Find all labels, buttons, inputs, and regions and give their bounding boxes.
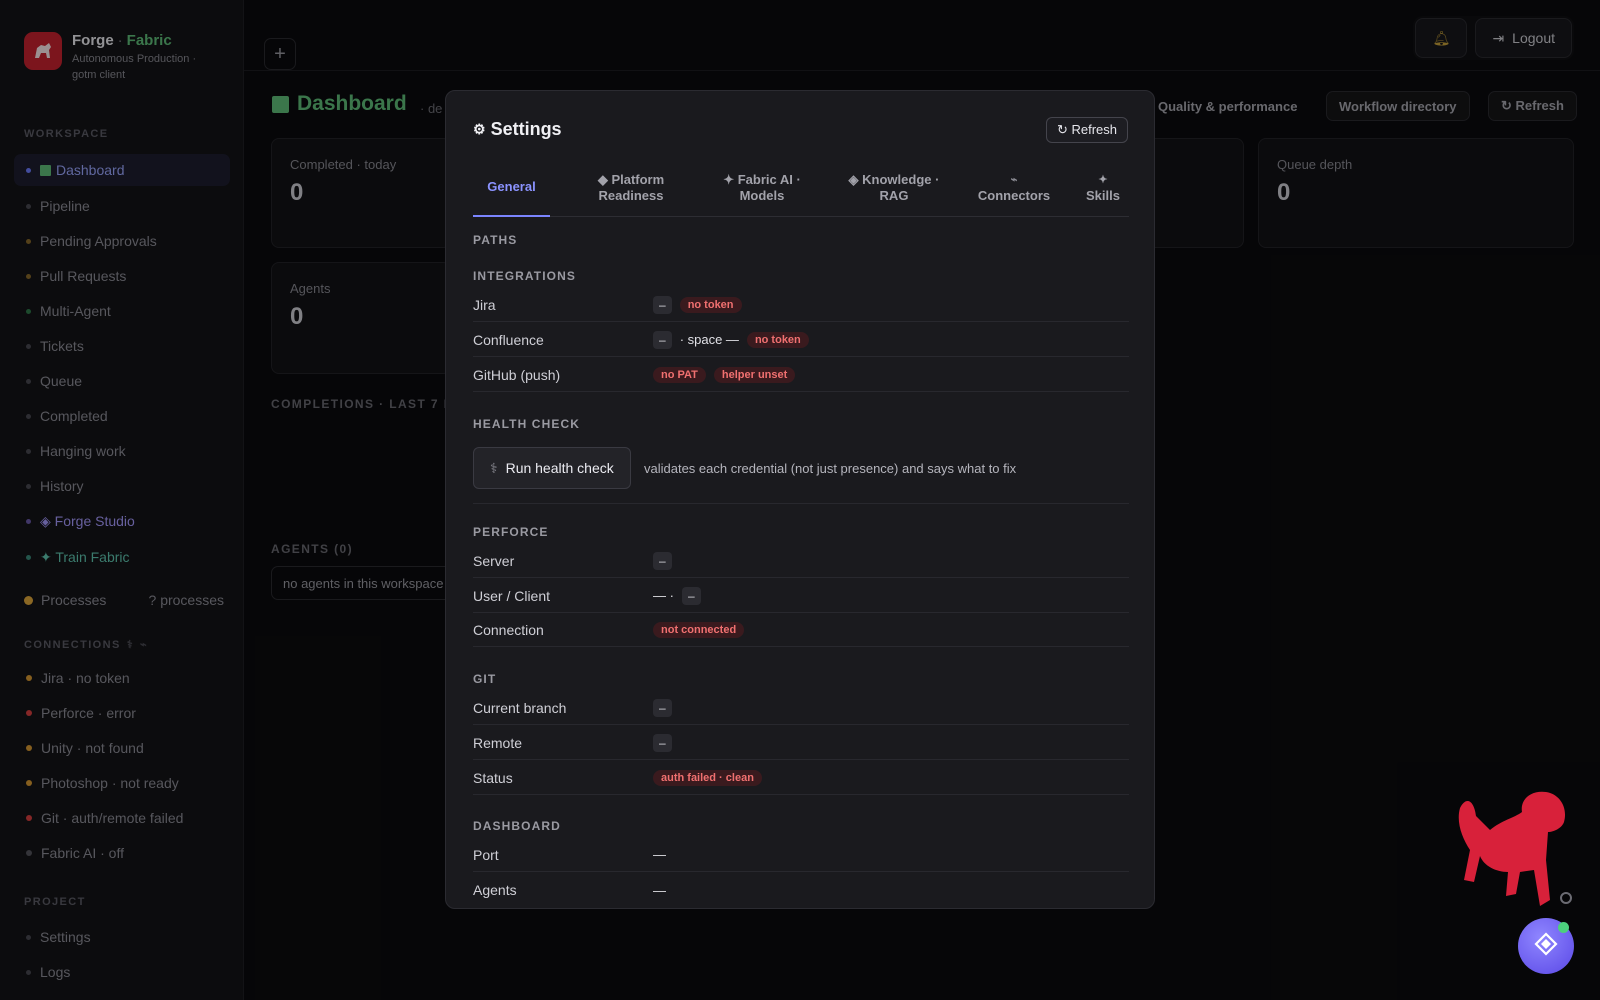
settings-modal: ⚙ Settings ↻ Refresh General ◆ Platform … (445, 90, 1155, 909)
status-ring-icon (1560, 892, 1572, 904)
stethoscope-icon: ⚕ (490, 459, 498, 476)
modal-title: ⚙ Settings (473, 119, 562, 139)
row-github: GitHub (push) no PAT helper unset (473, 358, 1129, 392)
modal-refresh-button[interactable]: ↻ Refresh (1045, 117, 1128, 143)
confluence-value: – (653, 330, 672, 349)
health-check-description: validates each credential (not just pres… (644, 461, 1017, 476)
gear-icon: ⚙ (473, 121, 486, 137)
github-helper-badge: helper unset (713, 366, 796, 383)
row-perforce-server: Server – (473, 544, 1129, 578)
plug-icon: ⌁ (1010, 174, 1018, 186)
confluence-status-badge: no token (746, 331, 809, 348)
section-health-label: HEALTH CHECK (473, 417, 580, 431)
tab-platform-readiness[interactable]: ◆ Platform Readiness (576, 159, 686, 217)
row-jira: Jira – no token (473, 288, 1129, 322)
row-perforce-user: User / Client — · – (473, 579, 1129, 613)
tab-general[interactable]: General (473, 159, 550, 217)
section-git-label: GIT (473, 672, 497, 686)
jira-status-badge: no token (679, 296, 742, 313)
row-git-status: Status auth failed · clean (473, 761, 1129, 795)
row-dashboard-agents: Agents — (473, 882, 666, 898)
tab-connectors[interactable]: ⌁ Connectors (969, 159, 1059, 217)
run-health-check-button[interactable]: ⚕ Run health check (473, 447, 631, 489)
tab-knowledge-rag[interactable]: ◈ Knowledge · RAG (839, 159, 949, 217)
confluence-space: · space — (679, 332, 739, 347)
perforce-connection-badge: not connected (653, 621, 745, 638)
section-integrations-label: INTEGRATIONS (473, 269, 576, 283)
tab-fabric-ai-models[interactable]: ✦ Fabric AI · Models (707, 159, 817, 217)
git-status-badge: auth failed · clean (653, 769, 762, 786)
github-pat-badge: no PAT (653, 366, 706, 383)
row-dashboard-port: Port — (473, 838, 1129, 872)
tab-skills[interactable]: ✦ Skills (1077, 159, 1129, 217)
jira-value: – (653, 295, 672, 314)
row-git-remote: Remote – (473, 726, 1129, 760)
settings-tabs: General ◆ Platform Readiness ✦ Fabric AI… (473, 159, 1129, 217)
row-perforce-connection: Connection not connected (473, 613, 1129, 647)
health-divider (473, 503, 1129, 504)
section-dashboard-label: DASHBOARD (473, 819, 561, 833)
row-confluence: Confluence – · space — no token (473, 323, 1129, 357)
diamond-icon (1534, 931, 1558, 961)
sparkle-icon: ✦ (1098, 174, 1108, 186)
section-perforce-label: PERFORCE (473, 525, 549, 539)
row-git-branch: Current branch – (473, 691, 1129, 725)
section-paths-label: PATHS (473, 233, 518, 247)
fab-online-indicator (1558, 922, 1569, 933)
